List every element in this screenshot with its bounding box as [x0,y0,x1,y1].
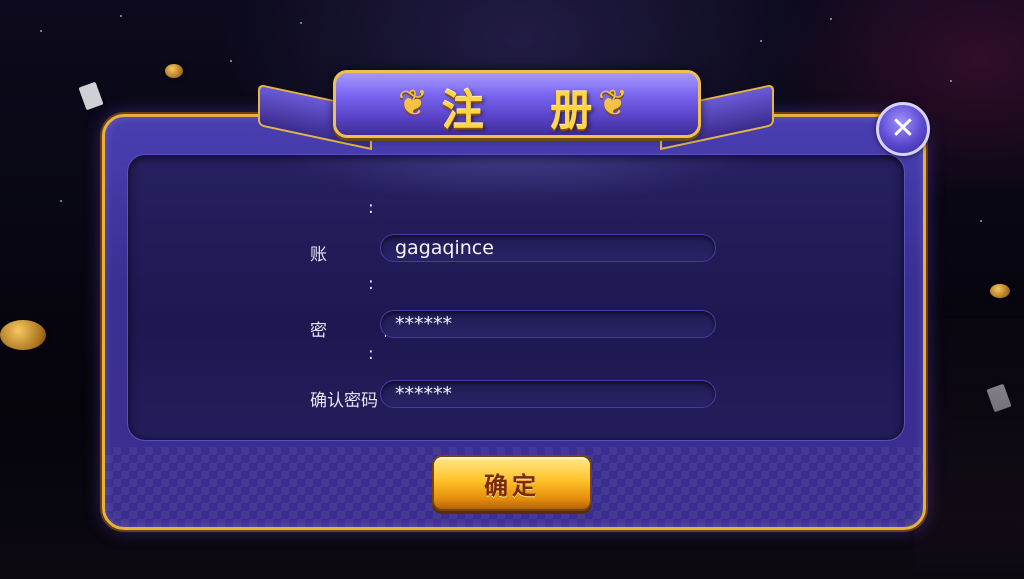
star [950,80,952,82]
coin-decoration [990,284,1010,298]
form-area: 账 号 gagaqince 密 码 ****** 确认密码 ****** [127,154,905,441]
confirm-password-input[interactable]: ****** [380,380,716,408]
account-row: 账 号 gagaqince [128,234,904,266]
star [60,200,62,202]
coin-decoration [0,320,46,350]
star [830,18,832,20]
confirm-button[interactable]: 确定 [432,455,592,511]
star [980,220,982,222]
confirm-password-row: 确认密码 ****** [128,380,904,412]
password-label-char1: 密 [310,321,327,341]
account-label-char1: 账 [310,245,327,265]
password-input[interactable]: ****** [380,310,716,338]
password-colon: : [368,274,374,294]
close-icon: ✕ [890,111,916,146]
star [300,22,302,24]
star [40,30,42,32]
star [120,15,122,17]
confirm-button-label: 确定 [484,471,540,500]
confirm-password-colon: : [368,344,374,364]
star [230,60,232,62]
account-colon: : [368,198,374,218]
laurel-right-icon: ❦ [598,83,629,124]
confirm-password-label-text: 确认密码 [310,391,378,411]
title-ribbon: ❦ 注 册 ❦ [333,70,701,138]
dialog-title: 注 册 [441,86,619,135]
star [760,40,762,42]
account-input[interactable]: gagaqince [380,234,716,262]
password-row: 密 码 ****** [128,310,904,342]
game-screen: 账 号 gagaqince 密 码 ****** 确认密码 ****** [0,0,1024,579]
playing-card-decoration [78,81,104,111]
close-button[interactable]: ✕ [876,102,930,156]
coin-decoration [165,64,183,78]
